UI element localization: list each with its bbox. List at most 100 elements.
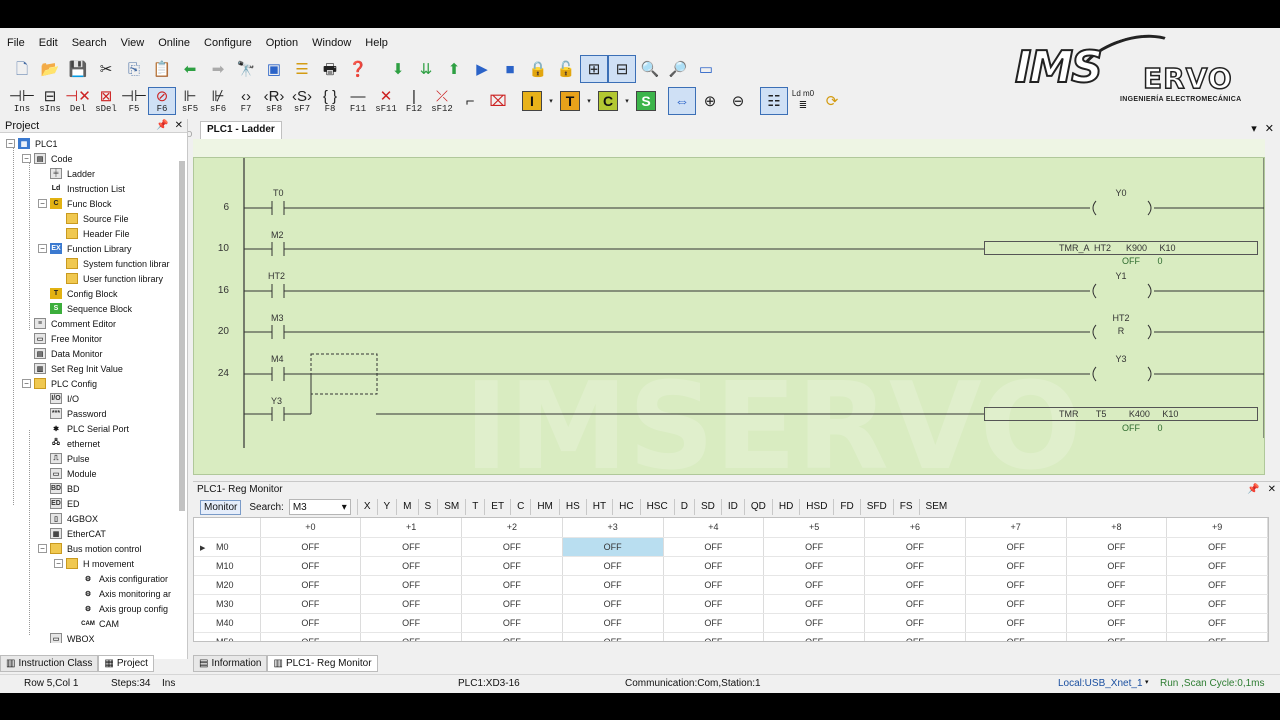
sf12-button[interactable]: ⤫ sF12	[428, 87, 456, 115]
table-row[interactable]: ▶ M0 OFF OFF OFF OFF OFF OFF OFF OFF OFF OFF	[194, 537, 1268, 557]
monitor-window-button[interactable]: ▣	[260, 55, 288, 83]
reg-type-hsc[interactable]: HSC	[639, 499, 674, 515]
print-button[interactable]: 🖶	[316, 55, 344, 83]
register-cell[interactable]: OFF	[461, 613, 563, 633]
register-cell[interactable]: OFF	[965, 613, 1067, 633]
collapse-icon[interactable]: −	[22, 379, 31, 388]
register-cell[interactable]: OFF	[562, 537, 664, 557]
reg-type-hs[interactable]: HS	[558, 499, 586, 515]
tree-item-h-movement[interactable]: − H movement	[54, 556, 134, 571]
register-cell[interactable]: OFF	[562, 594, 664, 614]
tree-item-axis-group-config[interactable]: ⚙ Axis group config	[82, 601, 168, 616]
register-cell[interactable]: OFF	[763, 575, 865, 595]
sf11-button[interactable]: ✕ sF11	[372, 87, 400, 115]
register-cell[interactable]: OFF	[360, 537, 462, 557]
tree-item-wbox[interactable]: ▭ WBOX	[50, 631, 95, 643]
ladder-monitor-button[interactable]: ⊞	[580, 55, 608, 83]
register-cell[interactable]: OFF	[1166, 556, 1268, 576]
register-cell[interactable]: OFF	[965, 556, 1067, 576]
register-cell[interactable]: OFF	[763, 594, 865, 614]
register-cell[interactable]: OFF	[1066, 613, 1168, 633]
register-cell[interactable]: OFF	[1066, 575, 1168, 595]
register-cell[interactable]: OFF	[260, 575, 362, 595]
collapse-icon[interactable]: −	[6, 139, 15, 148]
collapse-icon[interactable]: −	[38, 544, 47, 553]
register-cell[interactable]: OFF	[360, 594, 462, 614]
sins-button[interactable]: ⊟ sIns	[36, 87, 64, 115]
c-dropdown[interactable]: ▾	[622, 87, 632, 115]
search-select[interactable]: M3 ▾	[288, 499, 351, 515]
register-cell[interactable]: OFF	[1066, 594, 1168, 614]
register-cell[interactable]: OFF	[763, 632, 865, 641]
register-cell[interactable]: OFF	[1166, 613, 1268, 633]
register-cell[interactable]: OFF	[260, 632, 362, 641]
del-button[interactable]: ⊣✕ Del	[64, 87, 92, 115]
unlock-button[interactable]: 🔓	[552, 55, 580, 83]
reg-type-fd[interactable]: FD	[833, 499, 859, 515]
i-button[interactable]: I	[518, 87, 546, 115]
register-cell[interactable]: OFF	[663, 613, 765, 633]
i-dropdown[interactable]: ▾	[546, 87, 556, 115]
tree-item-cam[interactable]: CAM CAM	[81, 616, 119, 631]
menu-option[interactable]: Option	[259, 34, 305, 52]
zoom-in-button[interactable]: ⊕	[696, 87, 724, 115]
paste-button[interactable]: 📋	[148, 55, 176, 83]
tree-item-plc-config[interactable]: − PLC Config	[22, 376, 97, 391]
tree-item-bus-motion-control[interactable]: − Bus motion control	[38, 541, 142, 556]
lock-button[interactable]: 🔒	[524, 55, 552, 83]
tree-item-ladder[interactable]: ╪ Ladder	[50, 166, 95, 181]
menu-search[interactable]: Search	[65, 34, 114, 52]
register-cell[interactable]: OFF	[1066, 556, 1168, 576]
reg-type-t[interactable]: T	[465, 499, 484, 515]
reg-type-et[interactable]: ET	[484, 499, 510, 515]
f8-button[interactable]: { } F8	[316, 87, 344, 115]
sf6-button[interactable]: ⊮ sF6	[204, 87, 232, 115]
table-row[interactable]: M50 OFF OFF OFF OFF OFF OFF OFF OFF OFF OFF	[194, 632, 1268, 641]
register-cell[interactable]: OFF	[663, 594, 765, 614]
menu-configure[interactable]: Configure	[197, 34, 259, 52]
register-cell[interactable]: OFF	[965, 632, 1067, 641]
tree-item-data-monitor[interactable]: ▤ Data Monitor	[34, 346, 103, 361]
menu-view[interactable]: View	[114, 34, 152, 52]
zoom-menu-button[interactable]: 🔎	[664, 55, 692, 83]
tree-item-header-file[interactable]: Header File	[66, 226, 130, 241]
register-cell[interactable]: OFF	[360, 556, 462, 576]
close-icon[interactable]: ✕	[1268, 484, 1276, 495]
tree-item-plc1[interactable]: − ▦ PLC1	[6, 136, 58, 151]
forward-button[interactable]: ➡	[204, 55, 232, 83]
register-cell[interactable]: OFF	[864, 613, 966, 633]
tree-item-code[interactable]: − ▤ Code	[22, 151, 73, 166]
stop-button[interactable]: ■	[496, 55, 524, 83]
download-button[interactable]: ⬇	[384, 55, 412, 83]
reg-type-hsd[interactable]: HSD	[799, 499, 833, 515]
register-cell[interactable]: OFF	[562, 575, 664, 595]
register-cell[interactable]: OFF	[1166, 575, 1268, 595]
register-cell[interactable]: OFF	[461, 556, 563, 576]
register-cell[interactable]: OFF	[1166, 632, 1268, 641]
register-cell[interactable]: OFF	[562, 613, 664, 633]
list-button[interactable]: ☰	[288, 55, 316, 83]
reg-table-scrollbar[interactable]	[1269, 517, 1280, 642]
s-button[interactable]: S	[632, 87, 660, 115]
register-cell[interactable]: OFF	[260, 594, 362, 614]
reg-type-sm[interactable]: SM	[437, 499, 465, 515]
upload-button[interactable]: ⬆	[440, 55, 468, 83]
reg-type-qd[interactable]: QD	[743, 499, 772, 515]
reg-type-x[interactable]: X	[356, 499, 377, 515]
register-cell[interactable]: OFF	[663, 632, 765, 641]
c-button[interactable]: C	[594, 87, 622, 115]
register-cell[interactable]: OFF	[1166, 594, 1268, 614]
register-cell[interactable]: OFF	[360, 575, 462, 595]
register-cell[interactable]: OFF	[1066, 632, 1168, 641]
t-dropdown[interactable]: ▾	[584, 87, 594, 115]
tree-item-sequence-block[interactable]: S Sequence Block	[50, 301, 132, 316]
register-cell[interactable]: OFF	[864, 594, 966, 614]
tree-item-func-block[interactable]: − C Func Block	[38, 196, 112, 211]
reg-type-c[interactable]: C	[510, 499, 530, 515]
save-button[interactable]: 💾	[64, 55, 92, 83]
data-monitor-button[interactable]: ⊟	[608, 55, 636, 83]
register-cell[interactable]: OFF	[562, 632, 664, 641]
tree-item-function-library[interactable]: − EX Function Library	[38, 241, 132, 256]
register-cell[interactable]: OFF	[763, 556, 865, 576]
register-cell[interactable]: OFF	[260, 613, 362, 633]
